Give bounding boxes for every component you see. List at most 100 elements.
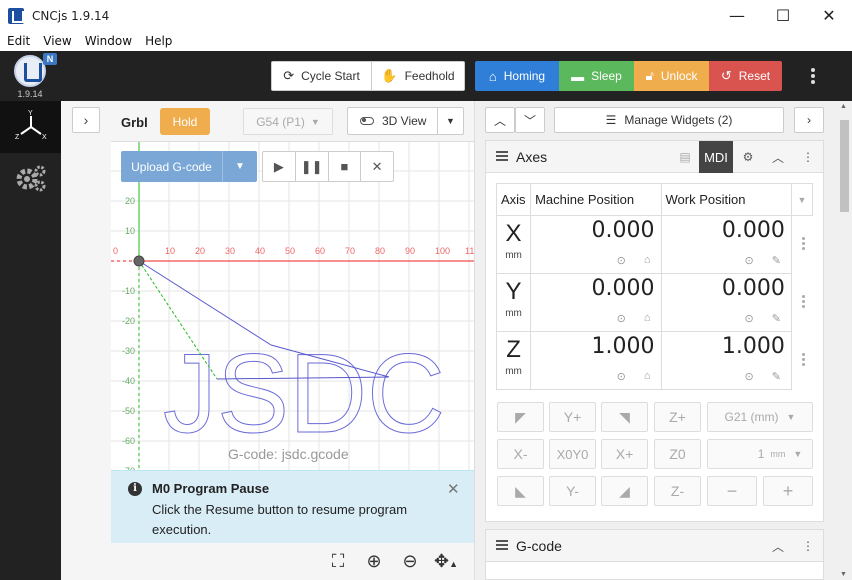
- work-position-value: 0.000: [721, 218, 785, 243]
- menu-edit[interactable]: Edit: [0, 34, 36, 48]
- manage-widgets-label: Manage Widgets (2): [624, 113, 733, 127]
- axes-menu-caret[interactable]: ▼: [790, 183, 814, 216]
- collapse-right-button[interactable]: ›: [794, 107, 824, 133]
- visualizer-toolbar: ⛶ ⊕ ⊖ ✥▲: [111, 543, 474, 580]
- axes-icon: Y Z X: [15, 110, 47, 141]
- jog-x-plus-y-plus-button[interactable]: ◥: [601, 402, 648, 432]
- row-more-icon[interactable]: [802, 295, 806, 308]
- increase-step-button[interactable]: +: [763, 476, 813, 506]
- fit-view-icon[interactable]: ⛶: [320, 551, 356, 572]
- sidebar-item-settings[interactable]: [0, 153, 61, 205]
- window-title: CNCjs 1.9.14: [32, 8, 110, 23]
- jog-z-plus-button[interactable]: Z+: [654, 402, 701, 432]
- reset-button[interactable]: ↺ Reset: [709, 61, 782, 91]
- row-more-icon[interactable]: [802, 237, 806, 250]
- arrow-down-right-icon: ◢: [619, 482, 630, 499]
- y-tick-label: -30: [122, 346, 135, 356]
- feedhold-button[interactable]: ✋ Feedhold: [371, 61, 465, 91]
- caret-down-icon[interactable]: ▼: [223, 161, 257, 172]
- jog-x-minus-y-minus-button[interactable]: ◣: [497, 476, 544, 506]
- pan-icon[interactable]: ✥▲: [428, 551, 464, 572]
- marker-icon[interactable]: ⊙: [744, 254, 753, 267]
- vertical-dots-icon[interactable]: ⋮: [793, 141, 823, 173]
- mdi-toggle[interactable]: MDI: [699, 141, 733, 173]
- close-gcode-button[interactable]: ✕: [361, 152, 393, 181]
- gear-icon[interactable]: ⚙: [733, 141, 763, 173]
- cycle-start-button[interactable]: ⟳ Cycle Start: [271, 61, 372, 91]
- axis-unit: mm: [505, 308, 522, 319]
- x-tick-label: 90: [405, 246, 415, 256]
- marker-icon[interactable]: ⊙: [617, 254, 626, 267]
- home-icon[interactable]: ⌂: [644, 370, 651, 383]
- edit-icon[interactable]: ✎: [772, 370, 781, 383]
- chevron-down-icon: ﹀: [523, 113, 536, 128]
- close-window-button[interactable]: ✕: [806, 0, 852, 31]
- update-badge: N: [43, 53, 57, 65]
- refresh-icon: ⟳: [283, 68, 295, 83]
- move-down-button[interactable]: ﹀: [515, 107, 545, 133]
- menu-help[interactable]: Help: [138, 34, 178, 48]
- zoom-in-icon[interactable]: ⊕: [356, 551, 392, 572]
- home-icon[interactable]: ⌂: [644, 312, 651, 325]
- keypad-icon[interactable]: ▤: [670, 141, 700, 173]
- vertical-dots-icon[interactable]: ⋮: [793, 530, 823, 562]
- menu-view[interactable]: View: [36, 34, 77, 48]
- menu-window[interactable]: Window: [78, 34, 138, 48]
- jog-y-plus-button[interactable]: Y+: [549, 402, 596, 432]
- collapse-sidebar-button[interactable]: ›: [72, 107, 100, 133]
- scroll-up-icon[interactable]: ▲: [840, 103, 847, 110]
- jog-x-minus-button[interactable]: X-: [497, 439, 544, 469]
- decrease-step-button[interactable]: −: [707, 476, 757, 506]
- edit-icon[interactable]: ✎: [772, 254, 781, 267]
- manage-widgets-button[interactable]: ☰ Manage Widgets (2): [554, 107, 784, 133]
- go-to-x0y0-button[interactable]: X0Y0: [549, 439, 596, 469]
- sidebar-item-workspace[interactable]: Y Z X: [0, 101, 61, 153]
- caret-down-icon: ▼: [793, 449, 803, 459]
- view-mode-toggle[interactable]: 3D View ▼: [347, 107, 464, 135]
- jog-z-minus-button[interactable]: Z-: [654, 476, 701, 506]
- drag-handle-icon[interactable]: [496, 540, 508, 550]
- home-icon[interactable]: ⌂: [644, 254, 651, 267]
- jog-y-minus-button[interactable]: Y-: [549, 476, 596, 506]
- caret-down-icon[interactable]: ▼: [438, 116, 463, 126]
- toolpath-canvas[interactable]: 0 10 20 30 40 50 60 70 80 90 100 110 20 10 -10 -20 -30 -4…: [111, 141, 474, 470]
- row-more-icon[interactable]: [802, 353, 806, 366]
- marker-icon[interactable]: ⊙: [744, 312, 753, 325]
- cncjs-logo[interactable]: [14, 55, 46, 87]
- step-unit: mm: [770, 449, 786, 459]
- marker-icon[interactable]: ⊙: [617, 312, 626, 325]
- marker-icon[interactable]: ⊙: [744, 370, 753, 383]
- header-more-icon[interactable]: [808, 66, 818, 86]
- x-tick-label: 0: [113, 246, 118, 256]
- minimize-button[interactable]: —: [714, 0, 760, 31]
- run-button[interactable]: ▶: [263, 152, 296, 181]
- toolpath-letters: JSDC: [163, 331, 445, 456]
- units-select[interactable]: G21 (mm) ▼: [707, 402, 813, 432]
- upload-gcode-button[interactable]: Upload G-code ▼: [121, 151, 257, 182]
- jog-x-plus-y-minus-button[interactable]: ◢: [601, 476, 648, 506]
- scroll-down-icon[interactable]: ▼: [840, 571, 847, 578]
- maximize-button[interactable]: ☐: [760, 0, 806, 31]
- dismiss-notice-button[interactable]: ✕: [447, 480, 460, 498]
- edit-icon[interactable]: ✎: [772, 312, 781, 325]
- wcs-select[interactable]: G54 (P1) ▼: [243, 108, 333, 135]
- stop-button[interactable]: ■: [329, 152, 362, 181]
- marker-icon[interactable]: ⊙: [617, 370, 626, 383]
- zoom-out-icon[interactable]: ⊖: [392, 551, 428, 572]
- drag-handle-icon[interactable]: [496, 151, 508, 161]
- unlock-button[interactable]: 🔓︎ Unlock: [634, 61, 709, 91]
- homing-button[interactable]: ⌂ Homing: [475, 61, 559, 91]
- machine-state-badge: Hold: [160, 108, 210, 135]
- pause-button[interactable]: ❚❚: [296, 152, 329, 181]
- jog-x-minus-y-plus-button[interactable]: ◤: [497, 402, 544, 432]
- go-to-z0-button[interactable]: Z0: [654, 439, 701, 469]
- caret-down-icon: ▼: [310, 116, 320, 127]
- jog-x-plus-button[interactable]: X+: [601, 439, 648, 469]
- x-tick-label: 80: [375, 246, 385, 256]
- move-up-button[interactable]: ︿: [485, 107, 515, 133]
- chevron-up-icon[interactable]: ︿: [763, 530, 793, 562]
- chevron-up-icon[interactable]: ︿: [763, 141, 793, 173]
- sleep-button[interactable]: ▬ Sleep: [559, 61, 634, 91]
- scrollbar-thumb[interactable]: [840, 120, 849, 212]
- step-distance-select[interactable]: 1 mm ▼: [707, 439, 813, 469]
